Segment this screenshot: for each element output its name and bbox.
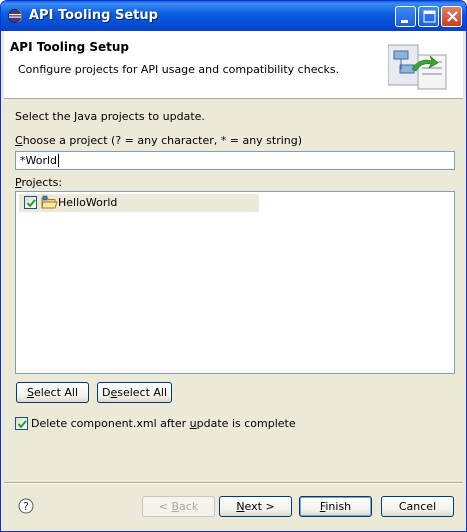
delete-component-xml-label[interactable]: Delete component.xml after update is com… (31, 417, 296, 430)
deselect-all-button[interactable]: Deselect All (97, 382, 172, 403)
select-all-button[interactable]: Select All (16, 382, 89, 403)
check-icon (26, 199, 36, 208)
text-caret (58, 154, 60, 167)
finish-button[interactable]: Finish (299, 496, 372, 517)
eclipse-icon (8, 9, 22, 23)
button-label-rest: ext > (244, 500, 275, 513)
mnemonic: u (189, 417, 197, 430)
list-item[interactable]: HelloWorld (19, 194, 259, 212)
java-project-icon (41, 195, 58, 209)
projects-list[interactable]: HelloWorld (15, 191, 455, 374)
wizard-description: Configure projects for API usage and com… (18, 63, 340, 76)
next-button[interactable]: Next > (219, 496, 292, 517)
maximize-button[interactable] (418, 6, 439, 27)
label-pre: Delete component.xml after (31, 417, 190, 430)
project-name: HelloWorld (58, 196, 118, 209)
wizard-title: API Tooling Setup (10, 40, 129, 54)
minimize-icon (401, 20, 408, 23)
project-checkbox[interactable] (24, 196, 37, 209)
mnemonic: C (15, 134, 23, 147)
api-tooling-banner-icon (388, 44, 447, 90)
button-label-rest: select All (117, 386, 168, 399)
check-icon (17, 420, 27, 429)
label-rest: rojects: (21, 176, 63, 189)
label-rest: hoose a project (? = any character, * = … (22, 134, 303, 147)
cancel-button[interactable]: Cancel (381, 496, 454, 517)
maximize-icon (423, 10, 436, 23)
title-bar[interactable]: API Tooling Setup (1, 1, 466, 31)
mnemonic: S (26, 386, 34, 399)
label-rest: pdate is complete (196, 417, 296, 430)
svg-text:?: ? (23, 500, 29, 513)
delete-component-xml-checkbox[interactable] (15, 417, 28, 430)
button-label-rest: ack (179, 500, 199, 513)
back-button[interactable]: < Back (142, 496, 215, 517)
window-title: API Tooling Setup (29, 8, 158, 23)
dialog-window: API Tooling Setup API Tooling Setup Conf… (0, 0, 467, 532)
projects-label: Projects: (15, 176, 62, 189)
footer-separator (4, 482, 463, 484)
project-filter-input[interactable]: *World (15, 151, 455, 170)
wizard-page: Select the Java projects to update. Choo… (4, 100, 463, 480)
close-button[interactable] (441, 6, 462, 27)
close-icon (447, 11, 458, 22)
button-label-rest: elect All (33, 386, 79, 399)
button-label-pre: < (158, 500, 172, 513)
wizard-header: API Tooling Setup Configure projects for… (4, 31, 463, 99)
minimize-button[interactable] (395, 6, 416, 27)
instruction-text: Select the Java projects to update. (15, 110, 205, 123)
mnemonic: N (236, 500, 245, 513)
mnemonic: B (171, 500, 180, 513)
button-label-rest: inish (325, 500, 352, 513)
filter-value: *World (20, 154, 58, 167)
help-icon[interactable]: ? (18, 498, 34, 514)
choose-project-label: Choose a project (? = any character, * =… (15, 134, 302, 147)
